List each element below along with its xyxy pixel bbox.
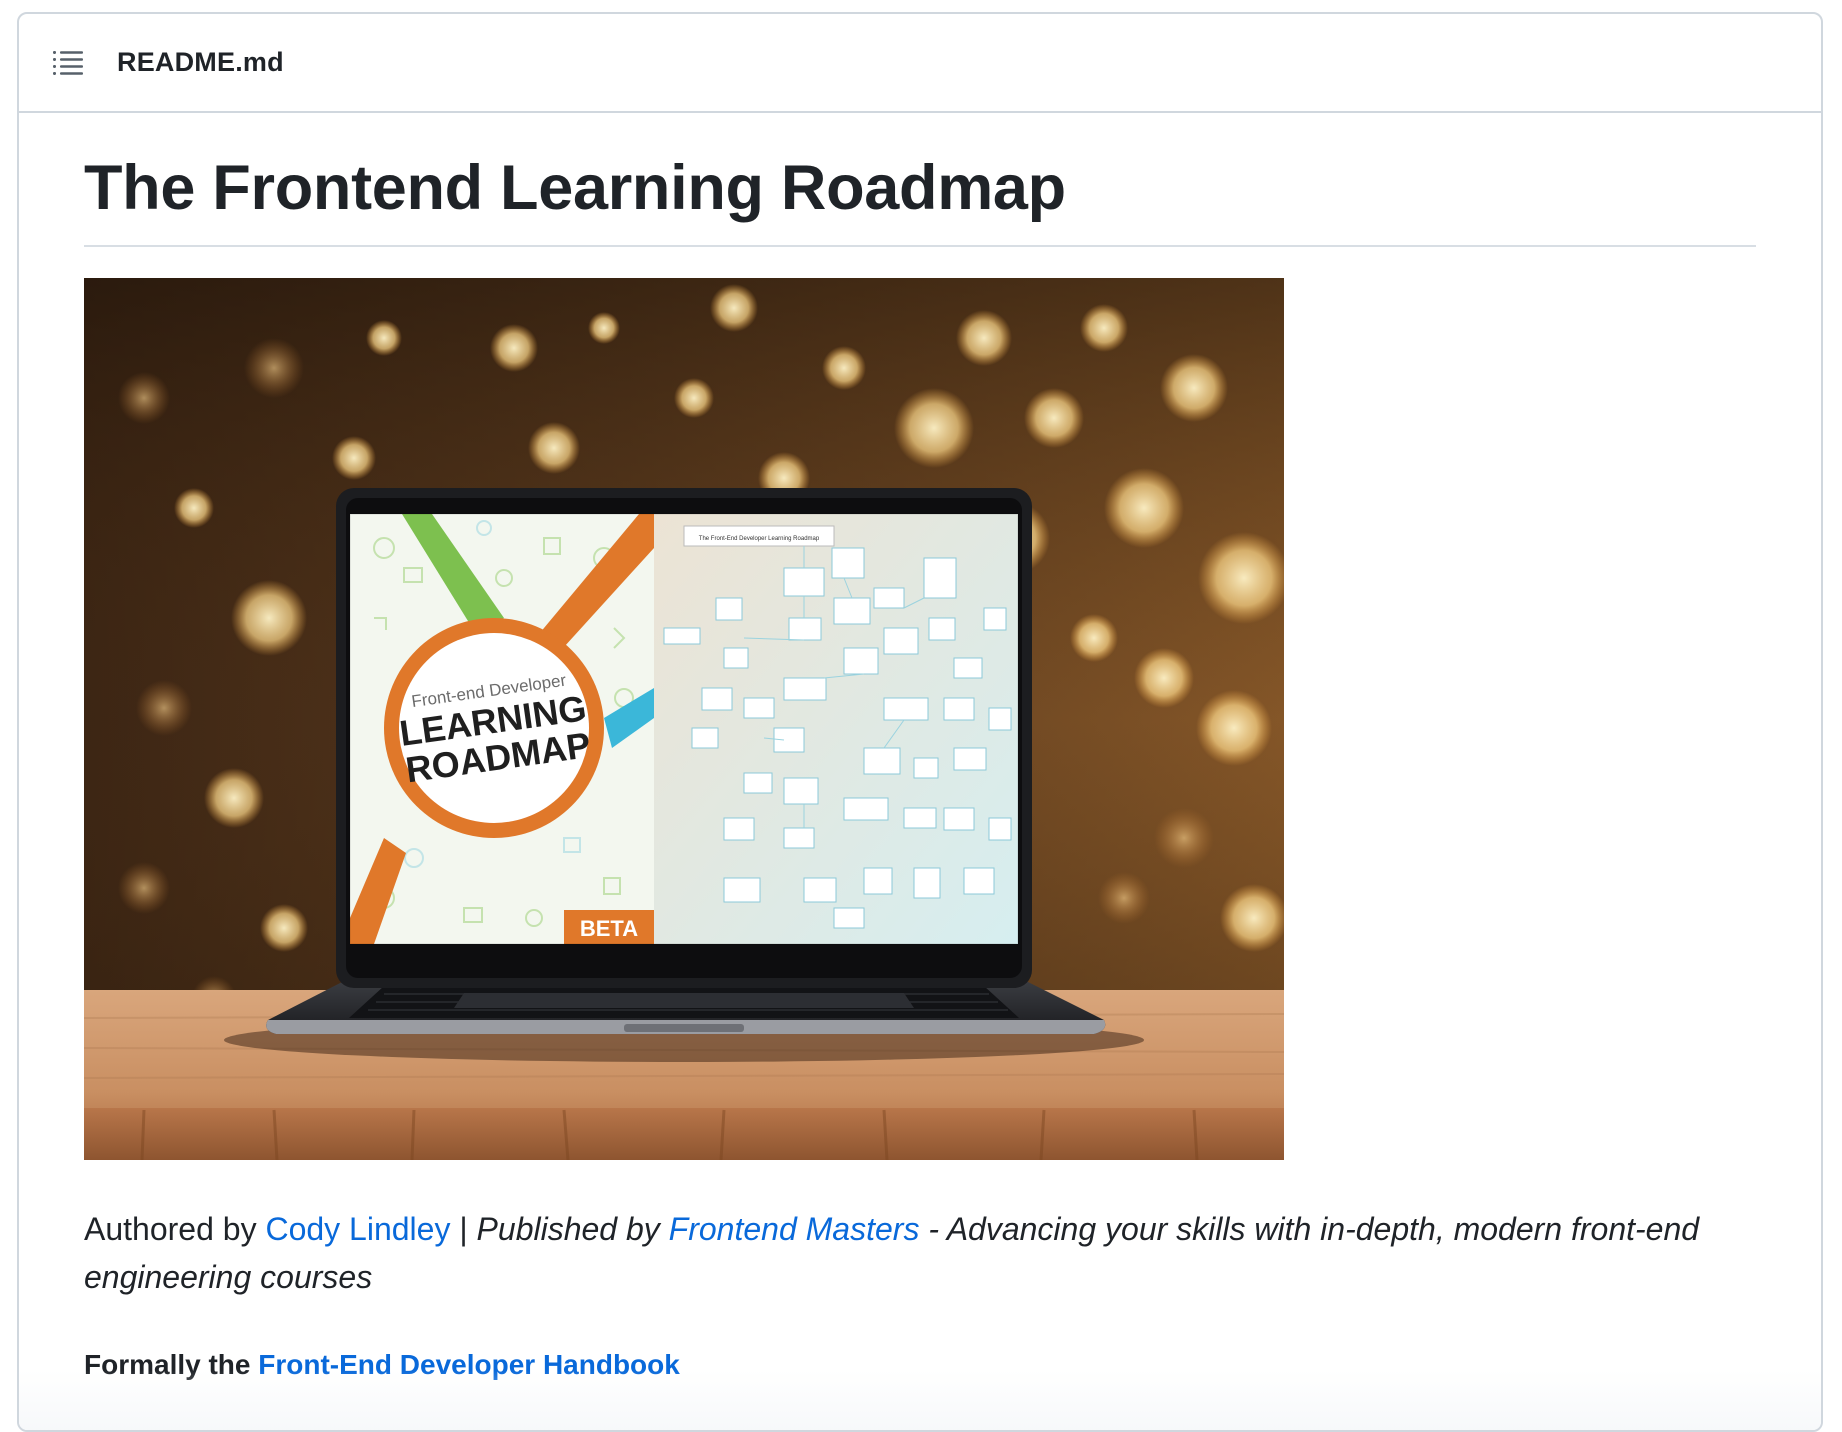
file-name: README.md (117, 47, 284, 77)
readme-body: The Frontend Learning Roadmap Authored b… (19, 113, 1821, 1381)
author-prefix: Authored by (84, 1211, 266, 1248)
author-line: Authored by Cody Lindley | Published by … (84, 1205, 1764, 1301)
hero-image[interactable]: Front-end Developer LEARNING ROADMAP BET… (84, 278, 1284, 1161)
publisher-link[interactable]: Frontend Masters (669, 1211, 920, 1247)
list-unordered-icon (53, 50, 83, 75)
table-of-contents-button[interactable] (49, 44, 87, 82)
author-link[interactable]: Cody Lindley (265, 1211, 450, 1247)
published-prefix: Published by (476, 1211, 669, 1248)
handbook-link[interactable]: Front-End Developer Handbook (258, 1349, 680, 1380)
author-separator: | (450, 1211, 477, 1248)
formerly-prefix: Formally the (84, 1349, 259, 1381)
readme-header: README.md (19, 14, 1821, 113)
readme-panel: README.md The Frontend Learning Roadmap (17, 12, 1823, 1432)
page-title: The Frontend Learning Roadmap (84, 113, 1756, 248)
formerly-line: Formally the Front-End Developer Handboo… (84, 1349, 1756, 1381)
